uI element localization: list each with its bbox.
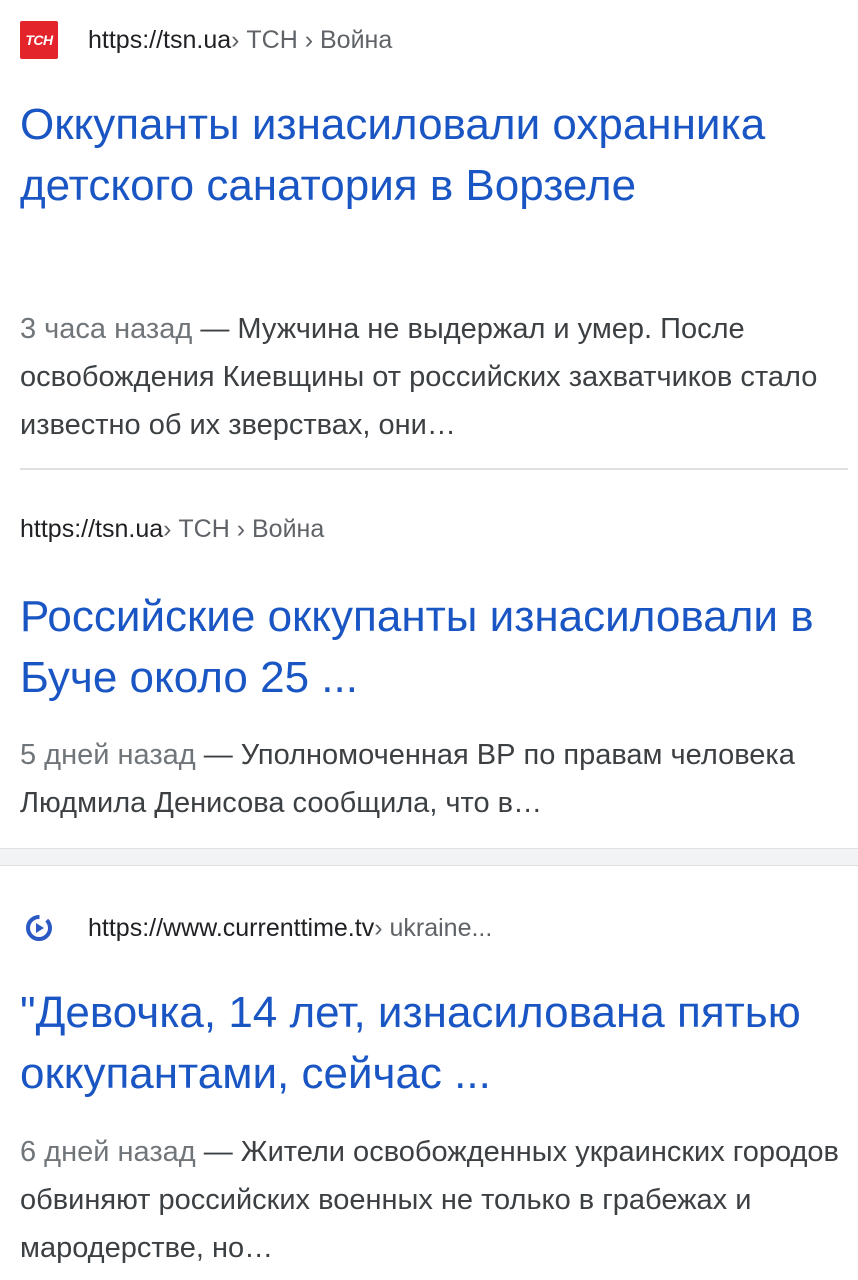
result-breadcrumbs: › ТСН › Война <box>163 514 325 543</box>
result-host: https://tsn.ua <box>20 514 164 543</box>
result-title-link[interactable]: Российские оккупанты изнасиловали в Буче… <box>20 592 814 702</box>
result-snippet: 6 дней назад — Жители освобожденных укра… <box>20 1128 848 1272</box>
result-url-row[interactable]: https://www.currenttime.tv › ukraine... <box>20 908 492 948</box>
result-title-link[interactable]: Оккупанты изнасиловали охранника детског… <box>20 100 765 210</box>
result-snippet: 3 часа назад — Мужчина не выдержал и уме… <box>20 305 848 449</box>
tsn-logo-icon: ТСН <box>20 21 58 59</box>
result-date: 5 дней назад <box>20 739 196 771</box>
result-title[interactable]: Российские оккупанты изнасиловали в Буче… <box>20 586 838 708</box>
result-url-row[interactable]: ТСН https://tsn.ua › ТСН › Война <box>20 20 392 60</box>
result-breadcrumbs: › ukraine... <box>374 913 493 942</box>
result-host: https://tsn.ua <box>88 25 232 54</box>
result-breadcrumbs: › ТСН › Война <box>231 25 393 54</box>
result-date: 3 часа назад <box>20 313 193 345</box>
result-title-link[interactable]: "Девочка, 14 лет, изнасилована пятью окк… <box>20 988 801 1098</box>
result-date: 6 дней назад <box>20 1136 196 1168</box>
result-url-row[interactable]: https://tsn.ua › ТСН › Война <box>20 509 324 549</box>
result-title[interactable]: "Девочка, 14 лет, изнасилована пятью окк… <box>20 982 838 1104</box>
result-divider <box>20 468 848 470</box>
section-separator <box>0 848 858 866</box>
currenttime-logo-icon <box>20 909 58 947</box>
result-host: https://www.currenttime.tv <box>88 913 375 942</box>
result-title[interactable]: Оккупанты изнасиловали охранника детског… <box>20 94 838 216</box>
result-snippet: 5 дней назад — Уполномоченная ВР по прав… <box>20 731 848 827</box>
